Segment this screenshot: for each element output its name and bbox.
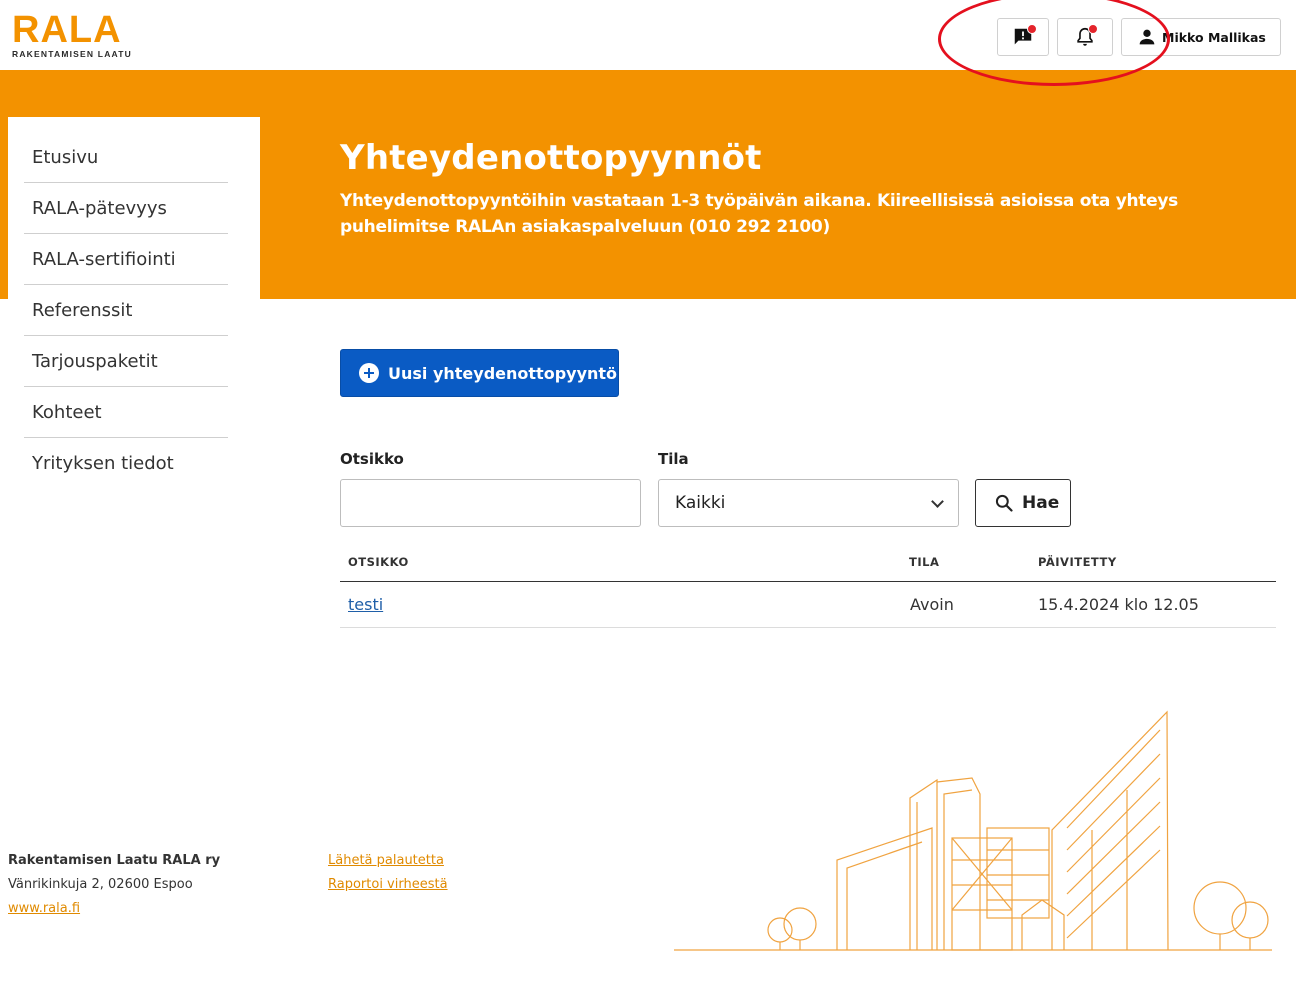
column-header-updated[interactable]: PÄIVITETTY (1038, 555, 1117, 569)
logo-subtitle: RAKENTAMISEN LAATU (12, 49, 132, 59)
plus-circle-icon (359, 363, 379, 383)
sidebar-item-kohteet[interactable]: Kohteet (24, 387, 228, 438)
sidebar-item-tarjouspaketit[interactable]: Tarjouspaketit (24, 336, 228, 387)
status-filter-label: Tila (658, 450, 689, 468)
top-header: RALA RAKENTAMISEN LAATU Mikko Mallikas (0, 0, 1296, 70)
city-skyline-illustration (674, 710, 1272, 951)
logo-text: RALA (12, 9, 122, 51)
page-description: Yhteydenottopyyntöihin vastataan 1-3 työ… (340, 191, 1178, 237)
title-filter-input[interactable] (340, 479, 641, 527)
notifications-unread-dot (1088, 24, 1098, 34)
footer-org-name: Rakentamisen Laatu RALA ry (8, 853, 221, 868)
rala-logo[interactable]: RALA RAKENTAMISEN LAATU (12, 9, 132, 59)
messages-unread-dot (1027, 24, 1037, 34)
user-menu-button[interactable]: Mikko Mallikas (1121, 18, 1281, 56)
sidebar-item-etusivu[interactable]: Etusivu (24, 133, 228, 183)
request-status: Avoin (910, 595, 954, 614)
table-row: testi Avoin 15.4.2024 klo 12.05 (340, 582, 1276, 628)
chevron-down-icon (931, 495, 944, 508)
bug-report-link[interactable]: Raportoi virheestä (328, 877, 448, 892)
requests-table: OTSIKKO TILA PÄIVITETTY testi Avoin 15.4… (340, 545, 1276, 628)
footer-address: Vänrikinkuja 2, 02600 Espoo (8, 877, 193, 892)
sidebar-item-rala-sertifiointi[interactable]: RALA-sertifiointi (24, 234, 228, 285)
table-header: OTSIKKO TILA PÄIVITETTY (340, 545, 1276, 582)
request-title-link[interactable]: testi (348, 595, 383, 614)
sidebar-item-yrityksen-tiedot[interactable]: Yrityksen tiedot (24, 438, 228, 489)
search-button[interactable]: Hae (975, 479, 1071, 527)
footer-website-link[interactable]: www.rala.fi (8, 901, 80, 916)
new-request-label: Uusi yhteydenottopyyntö (388, 363, 618, 383)
search-button-label: Hae (1022, 493, 1060, 513)
status-filter-select[interactable]: Kaikki (658, 479, 959, 527)
feedback-link[interactable]: Lähetä palautetta (328, 853, 444, 868)
sidebar-item-rala-patevyys[interactable]: RALA-pätevyys (24, 183, 228, 234)
notifications-button[interactable] (1057, 18, 1113, 56)
user-name: Mikko Mallikas (1162, 29, 1266, 45)
title-filter-label: Otsikko (340, 450, 404, 468)
status-filter-value: Kaikki (675, 493, 726, 513)
sidebar-item-referenssit[interactable]: Referenssit (24, 285, 228, 336)
page-title: Yhteydenottopyynnöt (340, 138, 762, 178)
column-header-status[interactable]: TILA (909, 555, 939, 569)
messages-button[interactable] (997, 18, 1049, 56)
new-request-button[interactable]: Uusi yhteydenottopyyntö (340, 349, 619, 397)
search-icon (995, 494, 1013, 512)
request-updated: 15.4.2024 klo 12.05 (1038, 595, 1199, 614)
column-header-title[interactable]: OTSIKKO (348, 555, 409, 569)
sidebar-nav: Etusivu RALA-pätevyys RALA-sertifiointi … (8, 117, 260, 489)
person-icon (1139, 29, 1155, 45)
